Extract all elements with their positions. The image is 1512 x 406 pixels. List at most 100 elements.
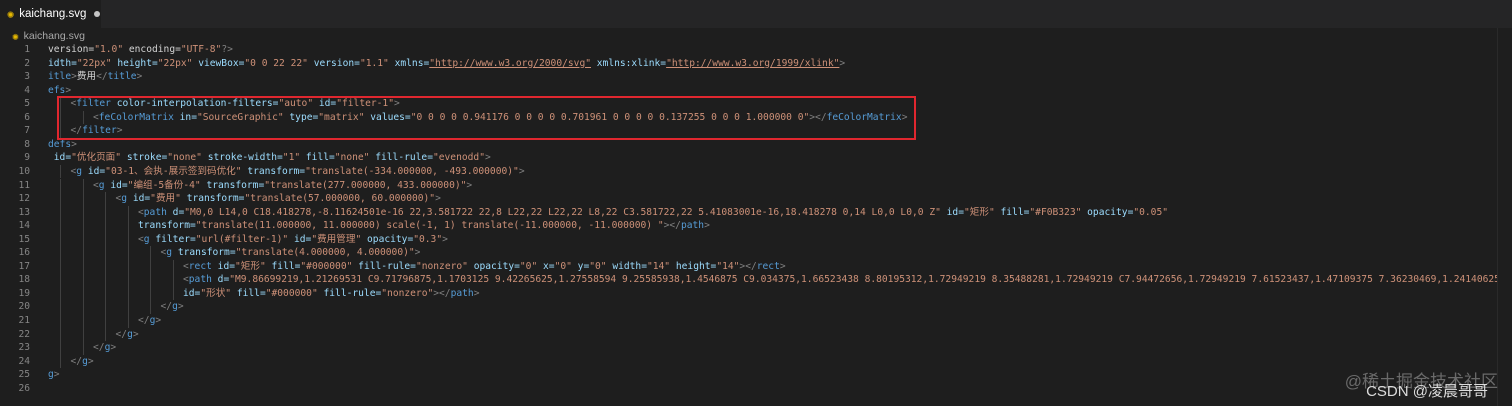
code-token: </ bbox=[160, 301, 173, 313]
code-line[interactable]: 26 bbox=[0, 382, 1498, 396]
indent-guide bbox=[105, 232, 106, 247]
code-token: fill-rule= bbox=[352, 260, 416, 272]
code-token: "M9.86699219,1.21269531 C9.71796875,1.17… bbox=[229, 274, 1498, 286]
indent-guide bbox=[60, 286, 61, 301]
code-text: g> bbox=[48, 368, 60, 382]
code-line[interactable]: 23 </g> bbox=[0, 341, 1498, 355]
code-line[interactable]: 24 </g> bbox=[0, 354, 1498, 369]
tab-kaichang-svg[interactable]: ✺ kaichang.svg bbox=[0, 0, 102, 28]
code-token: itle bbox=[48, 71, 72, 83]
code-text: </g> bbox=[138, 314, 161, 328]
code-line[interactable]: 12 <g id="费用" transform="translate(57.000… bbox=[0, 192, 1498, 206]
code-token: "费用" bbox=[150, 193, 181, 205]
line-number: 10 bbox=[18, 165, 30, 177]
line-number: 18 bbox=[18, 274, 30, 286]
code-token: fill= bbox=[231, 287, 266, 299]
code-token: "1" bbox=[282, 152, 301, 164]
code-token: </ bbox=[93, 342, 105, 354]
line-number: 13 bbox=[18, 206, 30, 218]
breadcrumb-file[interactable]: kaichang.svg bbox=[24, 30, 85, 42]
code-token: fill= bbox=[265, 260, 301, 272]
code-token: > bbox=[155, 315, 162, 326]
code-line[interactable]: 11 <g id="编组-5备份-4" transform="translate(… bbox=[0, 178, 1498, 192]
code-token: y= bbox=[571, 260, 590, 272]
code-token: "22px" bbox=[76, 57, 112, 69]
indent-guide bbox=[127, 259, 129, 274]
code-token: "#000000" bbox=[265, 287, 318, 299]
code-token: "编组-5备份-4" bbox=[127, 179, 201, 191]
code-token: idth= bbox=[48, 57, 77, 69]
code-token: transform= bbox=[172, 247, 236, 259]
code-line[interactable]: 14 transform="translate(11.000000, 11.000… bbox=[0, 219, 1498, 233]
code-text: <path d="M0,0 L14,0 C18.418278,-8.116245… bbox=[138, 206, 1168, 220]
code-line[interactable]: 17 <rect id="矩形" fill="#000000" fill-rule… bbox=[0, 259, 1498, 274]
breadcrumb: ✺ kaichang.svg bbox=[0, 28, 1512, 44]
code-line[interactable]: 22 </g> bbox=[0, 327, 1498, 342]
line-number: 17 bbox=[18, 260, 30, 272]
indent-guide bbox=[172, 259, 174, 274]
code-token: encoding= bbox=[123, 44, 181, 55]
code-token: > bbox=[53, 369, 60, 381]
indent-guide bbox=[60, 164, 61, 179]
indent-guide bbox=[82, 286, 84, 301]
code-token: "#F0B323" bbox=[1029, 206, 1082, 218]
code-token: path bbox=[188, 274, 212, 286]
code-token: "03-1、会执-展示签到码优化" bbox=[105, 165, 242, 177]
line-number: 25 bbox=[18, 369, 30, 381]
code-token: "0.05" bbox=[1133, 206, 1169, 218]
code-token: width= bbox=[606, 260, 647, 272]
code-token: transform= bbox=[241, 165, 306, 177]
indent-guide bbox=[127, 205, 129, 220]
indent-guide bbox=[60, 354, 61, 369]
code-line[interactable]: 10 <g id="03-1、会执-展示签到码优化" transform="tra… bbox=[0, 164, 1498, 179]
code-text: id="优化页面" stroke="none" stroke-width="1"… bbox=[48, 151, 491, 165]
code-token: "http://www.w3.org/2000/svg" bbox=[429, 57, 591, 69]
code-token: "0 0 22 22" bbox=[244, 57, 308, 69]
line-number: 26 bbox=[18, 382, 30, 394]
line-number: 5 bbox=[24, 98, 30, 110]
code-line[interactable]: 13 <path d="M0,0 L14,0 C18.418278,-8.1162… bbox=[0, 205, 1498, 220]
tab-title: kaichang.svg bbox=[19, 8, 87, 20]
indent-guide bbox=[127, 273, 129, 287]
line-number: 9 bbox=[24, 152, 30, 164]
line-number: 14 bbox=[18, 220, 30, 232]
code-token: > bbox=[779, 260, 786, 272]
code-token: fill-rule= bbox=[317, 287, 382, 299]
indent-guide bbox=[60, 273, 61, 287]
code-token: "0" bbox=[519, 260, 538, 272]
code-line[interactable]: 2 idth="22px" height="22px" viewBox="0 0 … bbox=[0, 57, 1498, 71]
code-line[interactable]: 9 id="优化页面" stroke="none" stroke-width="… bbox=[0, 151, 1498, 165]
code-token: title bbox=[107, 71, 137, 83]
code-line[interactable]: 3 itle>费用</title> bbox=[0, 70, 1498, 84]
indent-guide bbox=[105, 314, 106, 328]
code-token: > bbox=[71, 138, 77, 150]
code-line[interactable]: 16 <g transform="translate(4.000000, 4.00… bbox=[0, 246, 1498, 260]
indent-guide bbox=[82, 192, 84, 206]
code-token: transform= bbox=[138, 220, 196, 232]
code-token: 费用 bbox=[76, 71, 97, 83]
indent-guide bbox=[127, 232, 129, 247]
code-token: ?> bbox=[221, 44, 233, 55]
code-token: "优化页面" bbox=[71, 152, 122, 164]
indent-guide bbox=[105, 192, 106, 206]
code-token: </ bbox=[138, 315, 150, 326]
vertical-scrollbar[interactable] bbox=[1497, 28, 1512, 406]
code-line[interactable]: 20 </g> bbox=[0, 300, 1498, 314]
code-token: id= bbox=[127, 193, 151, 205]
code-text: </g> bbox=[71, 355, 94, 369]
unsaved-dot-icon[interactable] bbox=[94, 11, 101, 17]
code-text: </g> bbox=[161, 300, 184, 314]
code-line[interactable]: 18 <path d="M9.86699219,1.21269531 C9.717… bbox=[0, 273, 1498, 287]
code-line[interactable]: 19 id="形状" fill="#000000" fill-rule="nonz… bbox=[0, 286, 1498, 301]
code-line[interactable]: 15 <g filter="url(#filter-1)" id="费用管理" o… bbox=[0, 232, 1498, 247]
line-number: 11 bbox=[18, 179, 30, 191]
code-token: rect bbox=[188, 260, 212, 272]
code-token: > bbox=[442, 233, 448, 245]
code-line[interactable]: 21 </g> bbox=[0, 314, 1498, 328]
code-line[interactable]: 25 g> bbox=[0, 368, 1498, 382]
code-line[interactable]: 1 version="1.0" encoding="UTF-8"?> bbox=[0, 43, 1498, 57]
svg-file-icon: ✺ bbox=[12, 29, 19, 43]
code-token: > bbox=[473, 287, 480, 299]
code-token: "费用管理" bbox=[311, 233, 362, 245]
line-number: 21 bbox=[18, 315, 30, 326]
